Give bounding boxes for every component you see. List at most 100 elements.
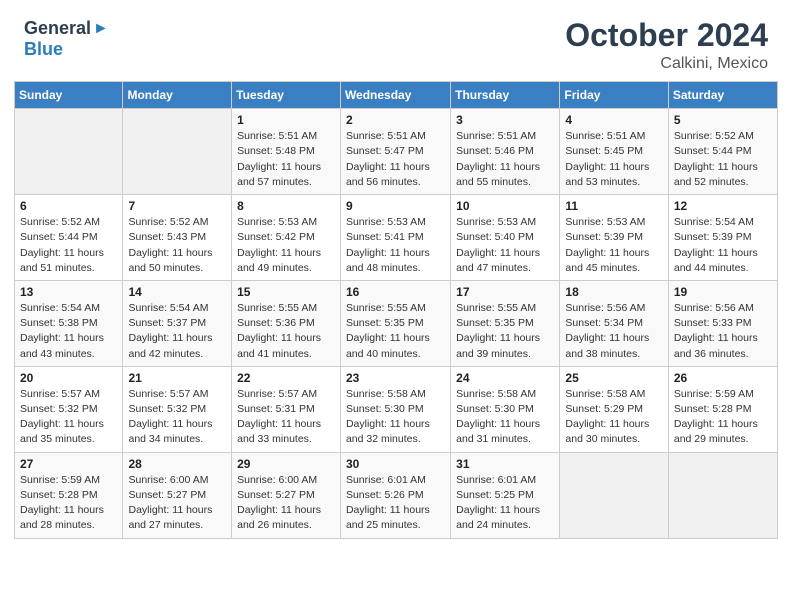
day-number: 31 bbox=[456, 457, 554, 471]
logo-blue-text: Blue bbox=[24, 39, 63, 60]
main-title: October 2024 bbox=[565, 18, 768, 53]
col-saturday: Saturday bbox=[668, 82, 777, 109]
calendar-cell: 7 Sunrise: 5:52 AM Sunset: 5:43 PM Daylig… bbox=[123, 195, 232, 281]
day-info: Sunrise: 6:01 AM Sunset: 5:25 PM Dayligh… bbox=[456, 473, 554, 534]
calendar-cell: 30 Sunrise: 6:01 AM Sunset: 5:26 PM Dayli… bbox=[340, 452, 450, 538]
day-number: 1 bbox=[237, 113, 335, 127]
day-info: Sunrise: 5:58 AM Sunset: 5:29 PM Dayligh… bbox=[565, 387, 662, 448]
day-number: 20 bbox=[20, 371, 117, 385]
calendar-cell: 10 Sunrise: 5:53 AM Sunset: 5:40 PM Dayli… bbox=[451, 195, 560, 281]
day-info: Sunrise: 5:53 AM Sunset: 5:42 PM Dayligh… bbox=[237, 215, 335, 276]
calendar-cell: 21 Sunrise: 5:57 AM Sunset: 5:32 PM Dayli… bbox=[123, 366, 232, 452]
calendar-week-row: 1 Sunrise: 5:51 AM Sunset: 5:48 PM Daylig… bbox=[15, 109, 778, 195]
calendar-cell: 17 Sunrise: 5:55 AM Sunset: 5:35 PM Dayli… bbox=[451, 280, 560, 366]
calendar-cell bbox=[123, 109, 232, 195]
day-info: Sunrise: 5:54 AM Sunset: 5:39 PM Dayligh… bbox=[674, 215, 772, 276]
day-info: Sunrise: 5:53 AM Sunset: 5:40 PM Dayligh… bbox=[456, 215, 554, 276]
calendar-cell: 28 Sunrise: 6:00 AM Sunset: 5:27 PM Dayli… bbox=[123, 452, 232, 538]
calendar-cell: 24Sunrise: 5:58 AM Sunset: 5:30 PM Dayli… bbox=[451, 366, 560, 452]
col-tuesday: Tuesday bbox=[232, 82, 341, 109]
day-info: Sunrise: 5:55 AM Sunset: 5:35 PM Dayligh… bbox=[456, 301, 554, 362]
day-info: Sunrise: 5:59 AM Sunset: 5:28 PM Dayligh… bbox=[674, 387, 772, 448]
day-info: Sunrise: 5:51 AM Sunset: 5:45 PM Dayligh… bbox=[565, 129, 662, 190]
day-info: Sunrise: 5:52 AM Sunset: 5:44 PM Dayligh… bbox=[20, 215, 117, 276]
day-number: 7 bbox=[128, 199, 226, 213]
day-number: 28 bbox=[128, 457, 226, 471]
calendar-cell: 12 Sunrise: 5:54 AM Sunset: 5:39 PM Dayli… bbox=[668, 195, 777, 281]
day-info: Sunrise: 5:54 AM Sunset: 5:38 PM Dayligh… bbox=[20, 301, 117, 362]
calendar-cell: 19 Sunrise: 5:56 AM Sunset: 5:33 PM Dayli… bbox=[668, 280, 777, 366]
calendar-cell: 16 Sunrise: 5:55 AM Sunset: 5:35 PM Dayli… bbox=[340, 280, 450, 366]
calendar-cell: 27Sunrise: 5:59 AM Sunset: 5:28 PM Dayli… bbox=[15, 452, 123, 538]
day-number: 22 bbox=[237, 371, 335, 385]
day-info: Sunrise: 5:52 AM Sunset: 5:43 PM Dayligh… bbox=[128, 215, 226, 276]
calendar-week-row: 20 Sunrise: 5:57 AM Sunset: 5:32 PM Dayli… bbox=[15, 366, 778, 452]
day-number: 23 bbox=[346, 371, 445, 385]
calendar-table: Sunday Monday Tuesday Wednesday Thursday… bbox=[14, 81, 778, 538]
col-monday: Monday bbox=[123, 82, 232, 109]
day-info: Sunrise: 5:55 AM Sunset: 5:36 PM Dayligh… bbox=[237, 301, 335, 362]
header: General ► Blue October 2024 Calkini, Mex… bbox=[0, 0, 792, 81]
col-wednesday: Wednesday bbox=[340, 82, 450, 109]
day-number: 14 bbox=[128, 285, 226, 299]
day-info: Sunrise: 5:57 AM Sunset: 5:31 PM Dayligh… bbox=[237, 387, 335, 448]
day-info: Sunrise: 5:51 AM Sunset: 5:46 PM Dayligh… bbox=[456, 129, 554, 190]
day-number: 12 bbox=[674, 199, 772, 213]
calendar-cell: 3Sunrise: 5:51 AM Sunset: 5:46 PM Daylig… bbox=[451, 109, 560, 195]
day-number: 19 bbox=[674, 285, 772, 299]
day-number: 18 bbox=[565, 285, 662, 299]
calendar-cell: 4 Sunrise: 5:51 AM Sunset: 5:45 PM Daylig… bbox=[560, 109, 668, 195]
col-sunday: Sunday bbox=[15, 82, 123, 109]
calendar-cell: 22 Sunrise: 5:57 AM Sunset: 5:31 PM Dayli… bbox=[232, 366, 341, 452]
day-info: Sunrise: 5:53 AM Sunset: 5:41 PM Dayligh… bbox=[346, 215, 445, 276]
page: General ► Blue October 2024 Calkini, Mex… bbox=[0, 0, 792, 612]
calendar-header-row: Sunday Monday Tuesday Wednesday Thursday… bbox=[15, 82, 778, 109]
day-number: 4 bbox=[565, 113, 662, 127]
day-number: 21 bbox=[128, 371, 226, 385]
calendar-cell: 9 Sunrise: 5:53 AM Sunset: 5:41 PM Daylig… bbox=[340, 195, 450, 281]
day-info: Sunrise: 5:51 AM Sunset: 5:48 PM Dayligh… bbox=[237, 129, 335, 190]
day-info: Sunrise: 5:58 AM Sunset: 5:30 PM Dayligh… bbox=[456, 387, 554, 448]
day-info: Sunrise: 5:55 AM Sunset: 5:35 PM Dayligh… bbox=[346, 301, 445, 362]
calendar-cell: 6 Sunrise: 5:52 AM Sunset: 5:44 PM Daylig… bbox=[15, 195, 123, 281]
calendar-cell: 18Sunrise: 5:56 AM Sunset: 5:34 PM Dayli… bbox=[560, 280, 668, 366]
day-number: 8 bbox=[237, 199, 335, 213]
col-thursday: Thursday bbox=[451, 82, 560, 109]
calendar-cell: 2Sunrise: 5:51 AM Sunset: 5:47 PM Daylig… bbox=[340, 109, 450, 195]
calendar-cell: 8 Sunrise: 5:53 AM Sunset: 5:42 PM Daylig… bbox=[232, 195, 341, 281]
calendar-week-row: 27Sunrise: 5:59 AM Sunset: 5:28 PM Dayli… bbox=[15, 452, 778, 538]
logo-bird-icon: ► bbox=[93, 20, 109, 38]
day-info: Sunrise: 5:54 AM Sunset: 5:37 PM Dayligh… bbox=[128, 301, 226, 362]
day-number: 5 bbox=[674, 113, 772, 127]
calendar-cell: 20Sunrise: 5:57 AM Sunset: 5:32 PM Dayli… bbox=[15, 366, 123, 452]
day-number: 27 bbox=[20, 457, 117, 471]
day-info: Sunrise: 5:56 AM Sunset: 5:33 PM Dayligh… bbox=[674, 301, 772, 362]
day-number: 10 bbox=[456, 199, 554, 213]
day-number: 15 bbox=[237, 285, 335, 299]
day-number: 29 bbox=[237, 457, 335, 471]
day-number: 25 bbox=[565, 371, 662, 385]
day-info: Sunrise: 5:51 AM Sunset: 5:47 PM Dayligh… bbox=[346, 129, 445, 190]
day-info: Sunrise: 6:01 AM Sunset: 5:26 PM Dayligh… bbox=[346, 473, 445, 534]
day-info: Sunrise: 6:00 AM Sunset: 5:27 PM Dayligh… bbox=[128, 473, 226, 534]
calendar-cell: 14 Sunrise: 5:54 AM Sunset: 5:37 PM Dayli… bbox=[123, 280, 232, 366]
title-section: October 2024 Calkini, Mexico bbox=[565, 18, 768, 73]
day-info: Sunrise: 5:52 AM Sunset: 5:44 PM Dayligh… bbox=[674, 129, 772, 190]
logo-general-text: General bbox=[24, 18, 91, 39]
calendar-cell: 23Sunrise: 5:58 AM Sunset: 5:30 PM Dayli… bbox=[340, 366, 450, 452]
day-number: 16 bbox=[346, 285, 445, 299]
calendar-cell: 26Sunrise: 5:59 AM Sunset: 5:28 PM Dayli… bbox=[668, 366, 777, 452]
day-info: Sunrise: 6:00 AM Sunset: 5:27 PM Dayligh… bbox=[237, 473, 335, 534]
day-number: 17 bbox=[456, 285, 554, 299]
day-number: 30 bbox=[346, 457, 445, 471]
day-info: Sunrise: 5:57 AM Sunset: 5:32 PM Dayligh… bbox=[128, 387, 226, 448]
calendar-week-row: 6 Sunrise: 5:52 AM Sunset: 5:44 PM Daylig… bbox=[15, 195, 778, 281]
calendar-cell: 13 Sunrise: 5:54 AM Sunset: 5:38 PM Dayli… bbox=[15, 280, 123, 366]
day-number: 6 bbox=[20, 199, 117, 213]
calendar-cell bbox=[560, 452, 668, 538]
day-number: 13 bbox=[20, 285, 117, 299]
calendar-cell: 29 Sunrise: 6:00 AM Sunset: 5:27 PM Dayli… bbox=[232, 452, 341, 538]
calendar-cell: 31 Sunrise: 6:01 AM Sunset: 5:25 PM Dayli… bbox=[451, 452, 560, 538]
calendar-cell: 5 Sunrise: 5:52 AM Sunset: 5:44 PM Daylig… bbox=[668, 109, 777, 195]
day-number: 9 bbox=[346, 199, 445, 213]
